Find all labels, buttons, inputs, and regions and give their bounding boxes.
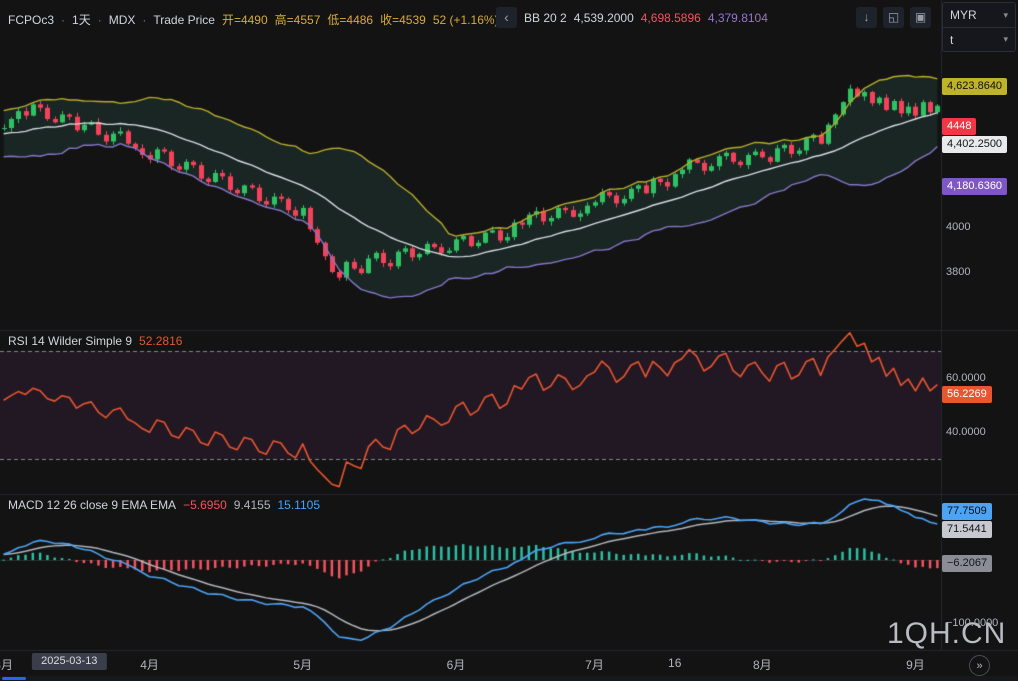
- screenshot-icon[interactable]: ▣: [910, 7, 931, 28]
- bollinger-legend: BB 20 2 4,539.2000 4,698.5896 4,379.8104: [524, 11, 768, 25]
- separator: ·: [142, 13, 146, 27]
- bb-label[interactable]: BB 20 2: [524, 11, 567, 25]
- series-type-label: Trade Price: [153, 13, 215, 27]
- horizontal-scrollbar: [0, 676, 1018, 681]
- bb-lower-value: 4,379.8104: [708, 11, 768, 25]
- separator: ·: [98, 13, 102, 27]
- separator: ·: [61, 13, 65, 27]
- trading-terminal: FCPOc3 · 1天 · MDX · Trade Price 开=4490 高…: [0, 0, 1018, 681]
- download-icon[interactable]: ↓: [856, 7, 877, 28]
- time-label-6月: 6月: [447, 656, 466, 673]
- bb-basis-value: 4,539.2000: [574, 11, 634, 25]
- currency-selector[interactable]: MYR ▾: [943, 3, 1015, 27]
- scrollbar-thumb[interactable]: [2, 677, 26, 680]
- chevron-down-icon: ▾: [1003, 10, 1008, 21]
- ohlc-change: 52 (+1.16%): [433, 13, 499, 27]
- macd-tick-neg100: −100.0000: [946, 616, 998, 630]
- rsi-title[interactable]: RSI 14 Wilder Simple 9: [8, 334, 132, 348]
- rsi-tick-60: 60.0000: [946, 371, 986, 385]
- go-to-latest-button[interactable]: »: [969, 655, 990, 676]
- price-tick-3800: 3800: [946, 265, 970, 279]
- macd-title[interactable]: MACD 12 26 close 9 EMA EMA: [8, 498, 176, 512]
- macd-hist-badge: −6.2067: [942, 555, 992, 572]
- interval-label[interactable]: 1天: [72, 11, 91, 28]
- bb-upper-price-badge: 4,623.8640: [942, 78, 1007, 95]
- axis-unit-controls: MYR ▾ t ▾: [942, 2, 1016, 52]
- time-label-9月: 9月: [906, 656, 925, 673]
- macd-signal-value: 15.1105: [278, 498, 321, 512]
- macd-line-badge: 77.7509: [942, 503, 992, 520]
- ohlc-open: 开=4490: [222, 11, 268, 28]
- chart-toolbar: ↓ ◱ ▣: [856, 7, 931, 28]
- macd-hist-value: −5.6950: [183, 498, 227, 512]
- ohlc-high: 高=4557: [275, 11, 321, 28]
- time-label-5月: 5月: [293, 656, 312, 673]
- time-label-8月: 8月: [753, 656, 772, 673]
- rsi-value: 52.2816: [139, 334, 182, 348]
- chevron-down-icon: ▾: [1003, 34, 1008, 45]
- rsi-legend: RSI 14 Wilder Simple 9 52.2816: [8, 334, 182, 348]
- time-label-16: 16: [668, 656, 681, 670]
- bb-upper-value: 4,698.5896: [641, 11, 701, 25]
- back-button[interactable]: ‹: [496, 7, 517, 28]
- time-label-3月: 3月: [0, 656, 13, 673]
- symbol-name[interactable]: FCPOc3: [8, 13, 54, 27]
- currency-label: MYR: [950, 8, 977, 22]
- ohlc-low: 低=4486: [327, 11, 373, 28]
- macd-line-value: 9.4155: [234, 498, 271, 512]
- crosshair-date-badge: 2025-03-13: [32, 653, 106, 670]
- rsi-value-badge: 56.2269: [942, 386, 992, 403]
- price-tick-4000: 4000: [946, 220, 970, 234]
- time-label-7月: 7月: [585, 656, 604, 673]
- macd-signal-badge: 71.5441: [942, 521, 992, 538]
- ohlc-close: 收=4539: [380, 11, 426, 28]
- time-label-4月: 4月: [140, 656, 159, 673]
- macd-legend: MACD 12 26 close 9 EMA EMA −5.6950 9.415…: [8, 498, 320, 512]
- last-price-badge: 4448: [942, 118, 976, 135]
- unit-label: t: [950, 33, 953, 47]
- unit-selector[interactable]: t ▾: [943, 27, 1015, 51]
- bb-lower-price-badge: 4,180.6360: [942, 178, 1007, 195]
- rsi-tick-40: 40.0000: [946, 425, 986, 439]
- bb-middle-price-badge: 4,402.2500: [942, 136, 1007, 153]
- series-legend: FCPOc3 · 1天 · MDX · Trade Price 开=4490 高…: [8, 11, 499, 28]
- maximize-icon[interactable]: ◱: [883, 7, 904, 28]
- exchange-label: MDX: [109, 13, 136, 27]
